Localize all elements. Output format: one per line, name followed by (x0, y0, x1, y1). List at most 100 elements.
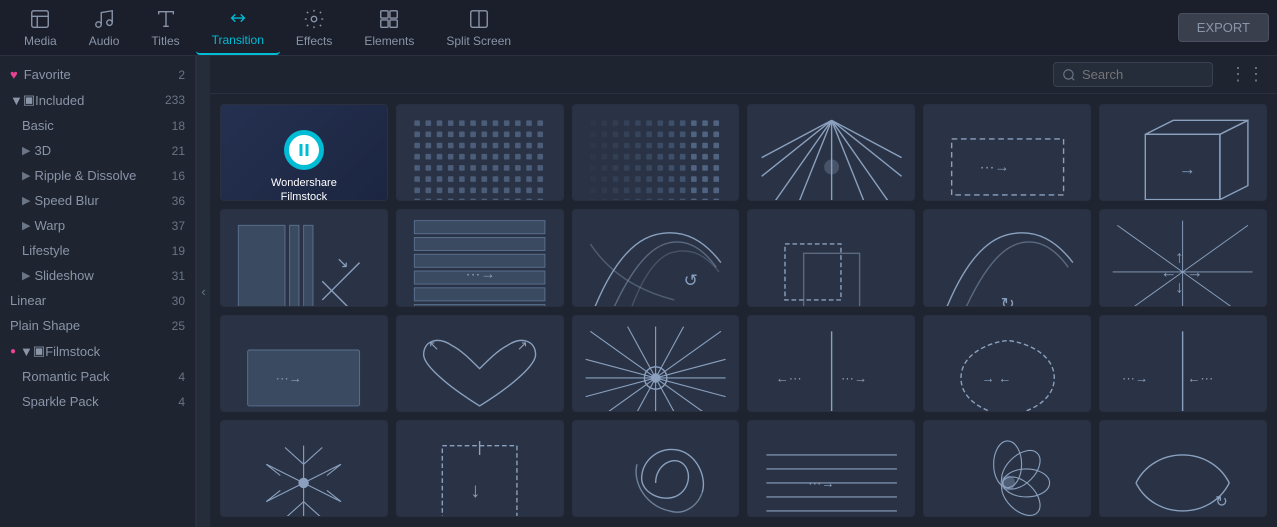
search-box[interactable] (1053, 62, 1213, 87)
transition-card-evaporate2[interactable]: → ← Evaporate 2 (923, 315, 1091, 412)
transition-card-warp-zoom3[interactable]: ↑ ↓ ← → Warp Zoom 3 (1099, 209, 1267, 306)
lines-arrow-thumb: ···→ (757, 427, 906, 517)
main-body: ♥ Favorite 2 ▼ ▣ Included 233 Basic 18 ▶… (0, 56, 1277, 527)
transition-card-flash[interactable]: Flash (747, 104, 915, 201)
sidebar-item-basic[interactable]: Basic 18 (0, 113, 195, 138)
sidebar-item-sparkle-pack[interactable]: Sparkle Pack 4 (0, 389, 195, 414)
heart-icon: ♥ (10, 67, 18, 82)
sidebar-item-slideshow[interactable]: ▶ Slideshow 31 (0, 263, 195, 288)
warp-zoom3-thumb: ↑ ↓ ← → (1108, 216, 1257, 306)
dot-icon: ● (10, 346, 16, 357)
nav-transition[interactable]: Transition (196, 1, 280, 55)
transition-card-more-effects[interactable]: WondershareFilmstock More Effects (220, 104, 388, 201)
svg-text:↙: ↙ (428, 410, 439, 411)
transition-card-warp-zoom6[interactable]: Warp Zoom 6 (572, 315, 740, 412)
collapse-handle[interactable]: ‹ (196, 56, 210, 527)
nav-titles[interactable]: Titles (135, 2, 195, 54)
filmstock-logo (284, 130, 324, 170)
svg-text:↘: ↘ (517, 410, 528, 411)
transition-grid: WondershareFilmstock More Effects (210, 94, 1277, 527)
box-turn2-thumb: ↻ (933, 216, 1082, 306)
transition-card-spiral[interactable] (572, 420, 740, 517)
transition-card-bar[interactable]: ↘ Bar (220, 209, 388, 306)
svg-text:←···: ←··· (1188, 370, 1214, 385)
sidebar-item-included[interactable]: ▼ ▣ Included 233 (0, 87, 195, 113)
transition-card-erase-slide[interactable]: ···→ Erase Slide (220, 315, 388, 412)
flash-thumb (757, 111, 906, 201)
folder-icon: ▣ (33, 343, 45, 359)
sidebar-item-warp[interactable]: ▶ Warp 37 (0, 213, 195, 238)
erase-thumb: ···→ (933, 111, 1082, 201)
col-split-thumb: ←··· ···→ (757, 322, 906, 412)
top-nav: Media Audio Titles Transition Effects El… (0, 0, 1277, 56)
transition-card-curve-arrow[interactable]: ↻ (1099, 420, 1267, 517)
nav-audio[interactable]: Audio (73, 2, 136, 54)
nav-effects[interactable]: Effects (280, 2, 348, 54)
sidebar-item-favorite[interactable]: ♥ Favorite 2 (0, 62, 195, 87)
box-turn1-thumb: ↺ (581, 216, 730, 306)
sidebar-item-speed-blur[interactable]: ▶ Speed Blur 36 (0, 188, 195, 213)
transition-card-box-turn2[interactable]: ↻ Box Turn 2 (923, 209, 1091, 306)
chevron-right-icon: ▶ (22, 144, 30, 157)
transition-card-snow[interactable] (220, 420, 388, 517)
search-icon (1062, 68, 1076, 82)
snow-thumb (229, 427, 378, 517)
dissolve-thumb (405, 111, 554, 201)
heart-thumb: ↖ ↗ ↙ ↘ (405, 322, 554, 412)
down-arrow-thumb: ↓ (405, 427, 554, 517)
warp-zoom6-thumb (581, 322, 730, 412)
svg-text:↖: ↖ (428, 338, 439, 353)
evaporate2-thumb: → ← (933, 322, 1082, 412)
svg-text:···→: ···→ (841, 370, 867, 385)
svg-text:↓: ↓ (470, 479, 480, 502)
sidebar-item-plain-shape[interactable]: Plain Shape 25 (0, 313, 195, 338)
svg-text:↻: ↻ (1000, 295, 1014, 307)
transition-card-box-turn1[interactable]: ↺ Box Turn 1 (572, 209, 740, 306)
chevron-right-icon: ▶ (22, 219, 30, 232)
erase-slide-thumb: ···→ (229, 322, 378, 412)
blind1-thumb: ···→ (405, 216, 554, 306)
svg-text:···→: ···→ (276, 370, 302, 385)
chevron-right-icon: ▶ (22, 169, 30, 182)
transition-card-dissolve[interactable]: Dissolve (396, 104, 564, 201)
sidebar-item-ripple[interactable]: ▶ Ripple & Dissolve 16 (0, 163, 195, 188)
transition-card-flower[interactable] (923, 420, 1091, 517)
transition-card-heart[interactable]: ↖ ↗ ↙ ↘ Heart (396, 315, 564, 412)
curve-arrow-thumb: ↻ (1108, 427, 1257, 517)
transition-card-cube[interactable]: → Cube (1099, 104, 1267, 201)
export-button[interactable]: EXPORT (1178, 13, 1269, 42)
svg-text:→: → (1179, 160, 1196, 179)
spiral-thumb (581, 427, 730, 517)
svg-text:↺: ↺ (684, 271, 698, 290)
transition-card-blind1[interactable]: ···→ Blind 1 (396, 209, 564, 306)
grid-view-icon[interactable]: ⋮⋮ (1229, 64, 1265, 85)
svg-text:→: → (1187, 263, 1204, 282)
transition-card-col-split[interactable]: ←··· ···→ Col Split (747, 315, 915, 412)
transition-card-down-arrow[interactable]: ↓ (396, 420, 564, 517)
sidebar-item-lifestyle[interactable]: Lifestyle 19 (0, 238, 195, 263)
nav-elements[interactable]: Elements (348, 2, 430, 54)
transition-card-col-merge[interactable]: ···→ ←··· Col Merge (1099, 315, 1267, 412)
content-area: ⋮⋮ WondershareFilmstock More Effects (210, 56, 1277, 527)
svg-text:↻: ↻ (1216, 493, 1229, 510)
transition-card-erase[interactable]: ···→ Erase (923, 104, 1091, 201)
chevron-right-icon: ▶ (22, 194, 30, 207)
nav-split-screen[interactable]: Split Screen (430, 2, 527, 54)
sidebar-item-romantic-pack[interactable]: Romantic Pack 4 (0, 364, 195, 389)
transition-card-lines-arrow[interactable]: ···→ (747, 420, 915, 517)
fade-thumb (581, 111, 730, 201)
morph-thumb (757, 216, 906, 306)
cube-thumb: → (1108, 111, 1257, 201)
search-input[interactable] (1082, 67, 1202, 82)
svg-text:→ ←: → ← (981, 370, 1011, 385)
sidebar-item-3d[interactable]: ▶ 3D 21 (0, 138, 195, 163)
transition-card-fade[interactable]: Fade (572, 104, 740, 201)
svg-text:←: ← (1161, 263, 1178, 282)
transition-card-morph[interactable]: Morph (747, 209, 915, 306)
chevron-down-icon: ▼ (20, 344, 33, 359)
sidebar: ♥ Favorite 2 ▼ ▣ Included 233 Basic 18 ▶… (0, 56, 196, 527)
sidebar-item-filmstock[interactable]: ● ▼ ▣ Filmstock (0, 338, 195, 364)
sidebar-item-linear[interactable]: Linear 30 (0, 288, 195, 313)
nav-media[interactable]: Media (8, 2, 73, 54)
col-merge-thumb: ···→ ←··· (1108, 322, 1257, 412)
